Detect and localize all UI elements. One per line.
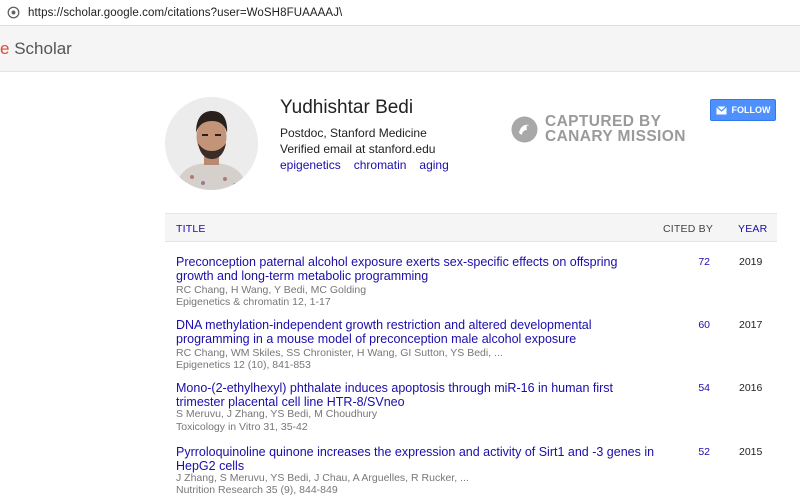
publication-title-link[interactable]: Preconception paternal alcohol exposure … [176, 255, 656, 283]
publication-venue: Epigenetics & chromatin 12, 1-17 [176, 296, 331, 308]
cited-by-count-link[interactable]: 54 [690, 382, 710, 394]
publication-year: 2015 [739, 446, 763, 458]
cited-by-header: CITED BY [663, 223, 714, 235]
cited-by-count-link[interactable]: 72 [690, 256, 710, 268]
publication-title-link[interactable]: DNA methylation-independent growth restr… [176, 318, 656, 346]
follow-label: FOLLOW [731, 105, 771, 115]
canary-mission-watermark: CAPTURED BY CANARY MISSION [511, 114, 686, 144]
interest-link-chromatin[interactable]: chromatin [354, 158, 407, 172]
watermark-line-2: CANARY MISSION [545, 128, 686, 145]
cited-by-count-link[interactable]: 52 [690, 446, 710, 458]
publication-title-link[interactable]: Pyrroloquinoline quinone increases the e… [176, 445, 656, 473]
profile-avatar [165, 97, 258, 190]
profile-email: Verified email at stanford.edu [280, 142, 436, 156]
mail-icon [715, 105, 727, 114]
publication-year: 2017 [739, 319, 763, 331]
publication-title-link[interactable]: Mono-(2-ethylhexyl) phthalate induces ap… [176, 381, 656, 409]
cited-by-count-link[interactable]: 60 [690, 319, 710, 331]
publication-venue: Nutrition Research 35 (9), 844-849 [176, 484, 338, 496]
publication-authors: S Meruvu, J Zhang, YS Bedi, M Choudhury [176, 408, 378, 420]
publications-table-header: TITLE CITED BY YEAR [165, 213, 777, 242]
publication-venue: Toxicology in Vitro 31, 35-42 [176, 421, 308, 433]
publication-year: 2019 [739, 256, 763, 268]
publication-year: 2016 [739, 382, 763, 394]
publication-authors: J Zhang, S Meruvu, YS Bedi, J Chau, A Ar… [176, 472, 469, 484]
publication-venue: Epigenetics 12 (10), 841-853 [176, 359, 311, 371]
watermark-line-1: CAPTURED BY [545, 113, 662, 130]
publication-authors: RC Chang, H Wang, Y Bedi, MC Golding [176, 284, 367, 296]
canary-logo-icon [511, 116, 538, 142]
sort-by-year-header[interactable]: YEAR [738, 223, 767, 235]
profile-affiliation: Postdoc, Stanford Medicine [280, 126, 427, 140]
follow-button[interactable]: FOLLOW [710, 99, 776, 121]
interest-link-aging[interactable]: aging [419, 158, 448, 172]
browser-address-bar[interactable]: https://scholar.google.com/citations?use… [0, 0, 800, 26]
profile-name: Yudhishtar Bedi [280, 97, 414, 118]
scholar-logo[interactable]: e Scholar [0, 39, 72, 59]
logo-text: Scholar [9, 39, 72, 58]
research-interests: epigenetics chromatin aging [280, 158, 449, 172]
publication-authors: RC Chang, WM Skiles, SS Chronister, H Wa… [176, 347, 503, 359]
url-text[interactable]: https://scholar.google.com/citations?use… [28, 7, 342, 19]
sort-by-title-header[interactable]: TITLE [176, 223, 206, 235]
interest-link-epigenetics[interactable]: epigenetics [280, 158, 341, 172]
site-info-icon[interactable] [7, 6, 20, 19]
scholar-header: e Scholar [0, 26, 800, 72]
